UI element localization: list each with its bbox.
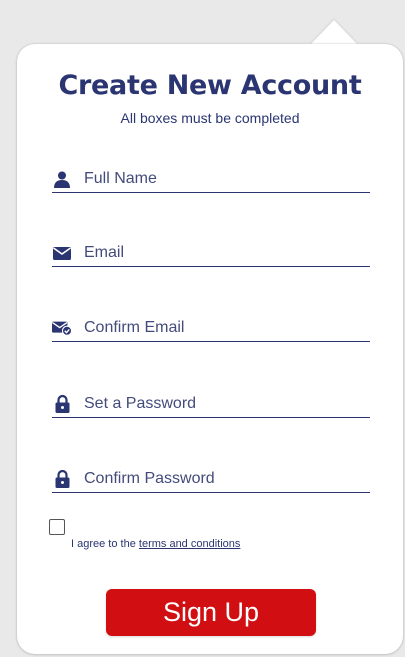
- confirm-email-input[interactable]: [84, 319, 354, 337]
- lock-icon: [52, 469, 72, 489]
- sign-up-button[interactable]: Sign Up: [106, 589, 316, 636]
- terms-prefix: I agree to the: [71, 538, 139, 550]
- confirm-password-input[interactable]: [84, 470, 354, 488]
- terms-label: I agree to the terms and conditions: [71, 538, 240, 550]
- terms-checkbox[interactable]: [49, 519, 65, 535]
- full-name-input[interactable]: [84, 170, 354, 188]
- password-field: [52, 391, 370, 418]
- full-name-field: [52, 166, 370, 193]
- envelope-check-icon: [52, 318, 72, 338]
- confirm-email-field: [52, 315, 370, 342]
- page-title: Create New Account: [58, 70, 362, 101]
- lock-icon: [52, 394, 72, 414]
- popover-arrow: [310, 20, 358, 45]
- terms-link[interactable]: terms and conditions: [139, 538, 241, 550]
- email-field: [52, 240, 370, 267]
- page-subtitle: All boxes must be completed: [120, 110, 300, 126]
- password-input[interactable]: [84, 395, 354, 413]
- signup-card: [17, 44, 403, 654]
- email-input[interactable]: [84, 244, 354, 262]
- confirm-password-field: [52, 466, 370, 493]
- user-icon: [52, 169, 72, 189]
- terms-agreement: I agree to the terms and conditions: [49, 519, 240, 550]
- envelope-icon: [52, 243, 72, 263]
